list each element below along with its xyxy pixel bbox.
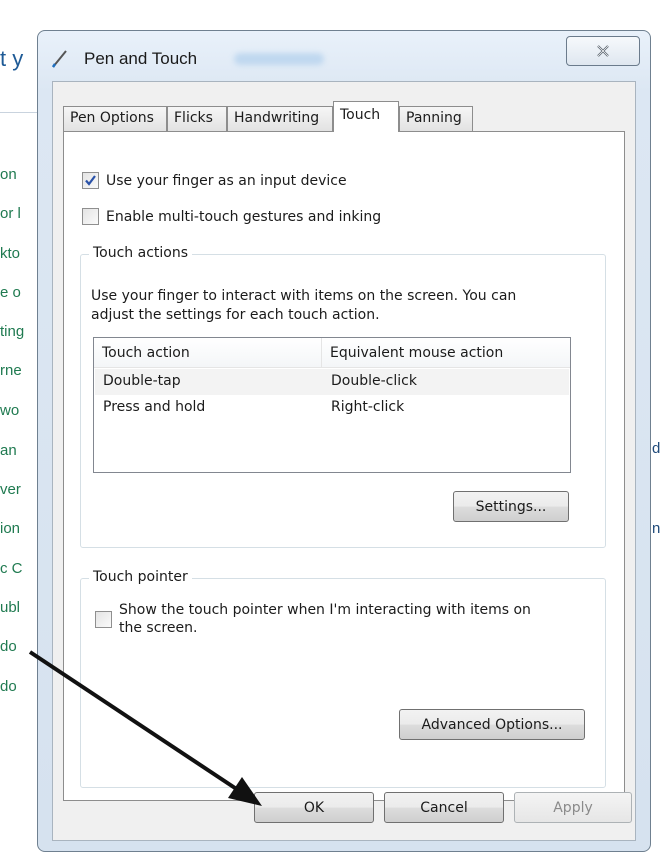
tab-touch[interactable]: Touch (333, 101, 399, 132)
annotation-arrow (28, 650, 262, 806)
